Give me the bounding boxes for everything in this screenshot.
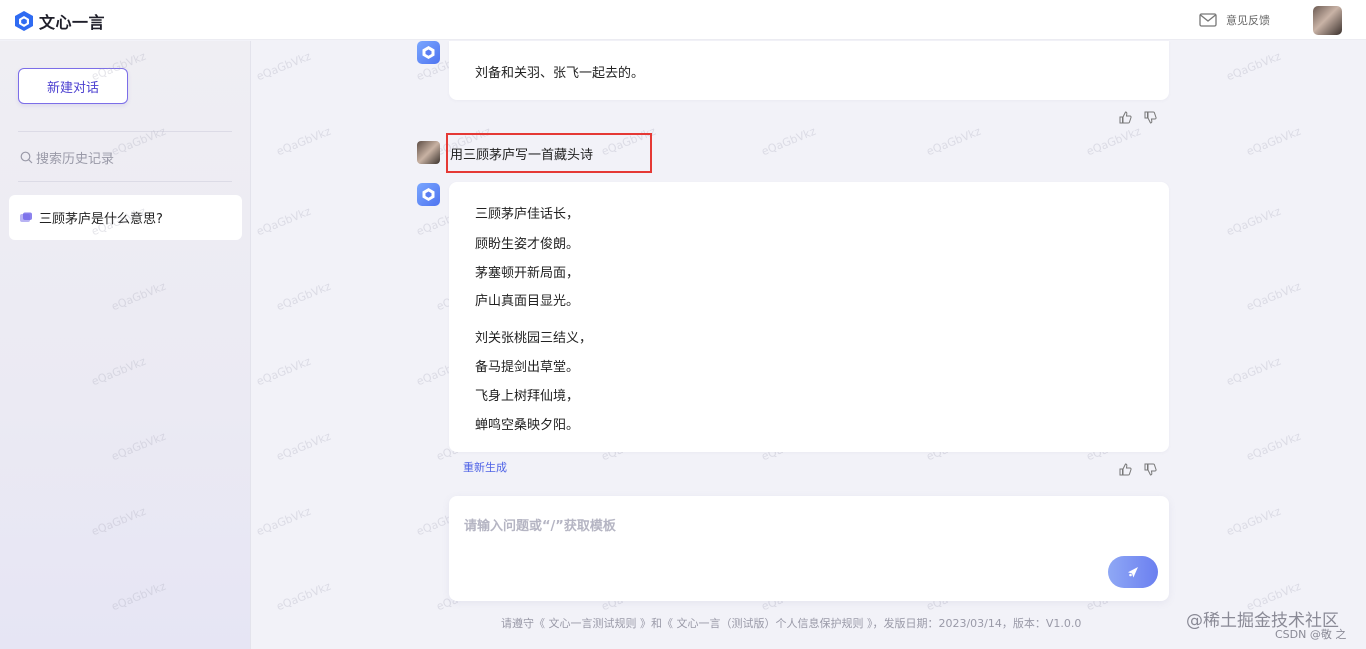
prompt-input[interactable]: 请输入问题或“/”获取模板 [464,515,616,534]
thumbs-up-icon[interactable] [1119,111,1132,124]
watermark-tile: eQaGbVkz [1084,124,1143,159]
bot-avatar [417,183,440,206]
bot-avatar [417,41,440,64]
poem-line: 茅塞顿开新局面， [475,266,580,281]
watermark-tile: eQaGbVkz [1224,504,1283,539]
user-message-avatar [417,141,440,164]
user-message: 用三顾茅庐写一首藏头诗 [446,133,652,173]
watermark-tile: eQaGbVkz [254,49,313,84]
prompt-input-box[interactable]: 请输入问题或“/”获取模板 [449,496,1169,601]
author-watermark: CSDN @敬 之 [1275,628,1347,641]
watermark-tile: eQaGbVkz [274,124,333,159]
history-item[interactable]: 三顾茅庐是什么意思? [9,195,242,240]
watermark-tile: eQaGbVkz [759,124,818,159]
watermark-tile: eQaGbVkz [274,579,333,614]
search-input[interactable]: 搜索历史记录 [36,148,114,167]
poem-line: 蝉鸣空桑映夕阳。 [475,418,580,433]
bot-avatar-icon [422,46,435,59]
poem-line: 刘关张桃园三结义， [475,331,593,346]
watermark-tile: eQaGbVkz [254,504,313,539]
bot-avatar-icon [422,188,435,201]
new-chat-button[interactable]: 新建对话 [18,68,128,104]
sidebar-divider [18,181,232,182]
thumbs-up-icon[interactable] [1119,463,1132,476]
bot-message-text: 刘备和关羽、张飞一起去的。 [475,66,645,81]
poem-line: 庐山真面目显光。 [475,294,580,309]
watermark-tile: eQaGbVkz [924,124,983,159]
app-title: 文心一言 [39,13,106,32]
watermark-tile: eQaGbVkz [1244,429,1303,464]
poem-line: 三顾茅庐佳话长， [475,207,580,222]
thumbs-down-icon[interactable] [1144,463,1157,476]
bot-message: 三顾茅庐佳话长， 顾盼生姿才俊朗。 茅塞顿开新局面， 庐山真面目显光。 刘关张桃… [449,182,1169,452]
sidebar: 新建对话 搜索历史记录 三顾茅庐是什么意思? [0,41,251,649]
search-icon [20,151,33,164]
app-logo[interactable]: 文心一言 [14,9,105,33]
feedback-button[interactable]: 意见反馈 [1199,12,1270,28]
chat-history-icon [20,212,32,222]
user-avatar[interactable] [1313,6,1342,35]
feedback-label: 意见反馈 [1226,14,1270,27]
history-search[interactable]: 搜索历史记录 [20,148,114,167]
thumbs-down-icon[interactable] [1144,111,1157,124]
watermark-tile: eQaGbVkz [1224,49,1283,84]
poem-line: 顾盼生姿才俊朗。 [475,237,580,252]
user-message-text: 用三顾茅庐写一首藏头诗 [450,147,594,163]
sidebar-divider [18,131,232,132]
watermark-tile: eQaGbVkz [254,354,313,389]
send-icon [1128,567,1138,578]
poem-line: 飞身上树拜仙境， [475,389,580,404]
bot-message: 刘备和关羽、张飞一起去的。 [449,41,1169,100]
poem-line: 备马提剑出草堂。 [475,360,580,375]
watermark-tile: eQaGbVkz [274,279,333,314]
logo-mark-icon [15,11,33,31]
top-bar: 文心一言 意见反馈 [0,0,1366,40]
watermark-tile: eQaGbVkz [1224,354,1283,389]
watermark-tile: eQaGbVkz [1224,204,1283,239]
watermark-tile: eQaGbVkz [274,429,333,464]
watermark-tile: eQaGbVkz [254,204,313,239]
regenerate-button[interactable]: 重新生成 [463,459,507,475]
feedback-actions [1119,463,1157,476]
send-button[interactable] [1108,556,1158,588]
footer-notice: 请遵守《 文心一言测试规则 》和《 文心一言（测试版）个人信息保护规则 》，发版… [501,617,1082,630]
feedback-actions [1119,111,1157,124]
watermark-tile: eQaGbVkz [1244,279,1303,314]
watermark-tile: eQaGbVkz [1244,124,1303,159]
history-item-label: 三顾茅庐是什么意思? [39,212,163,227]
mail-icon [1199,13,1217,27]
